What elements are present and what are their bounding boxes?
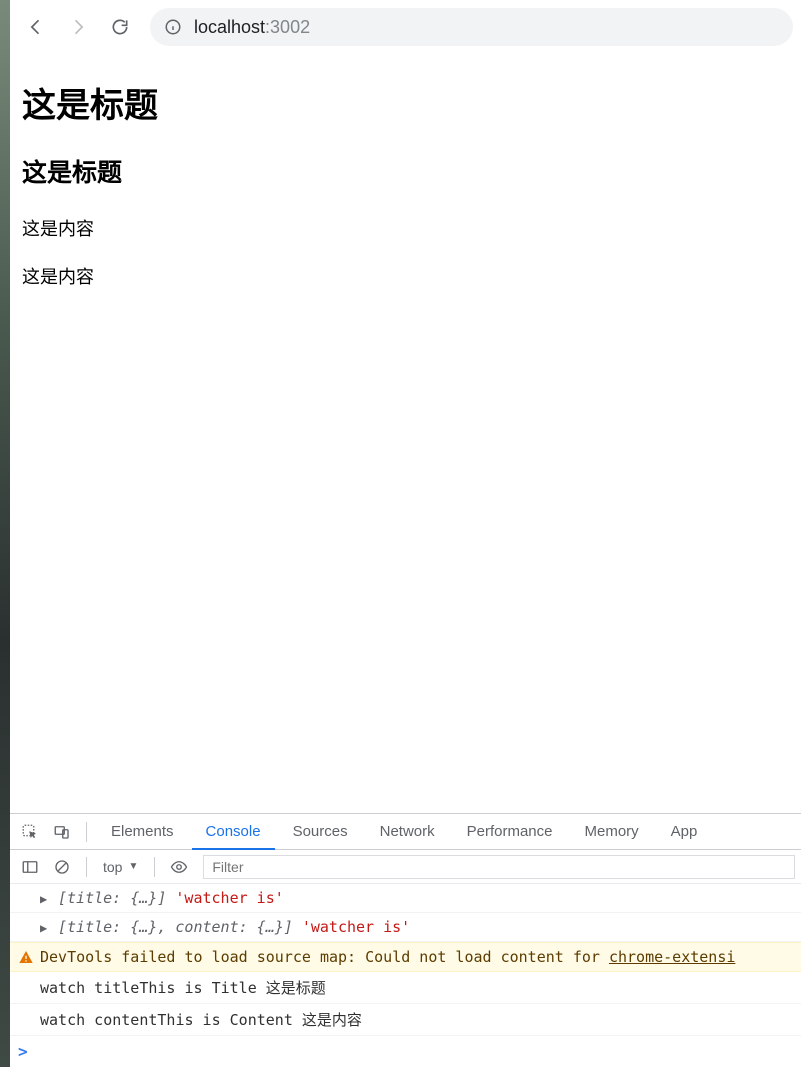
console-prompt[interactable]: > <box>10 1036 801 1067</box>
filter-input[interactable] <box>203 855 795 879</box>
device-toggle-icon[interactable] <box>48 818 76 846</box>
address-bar[interactable]: localhost:3002 <box>150 8 793 46</box>
console-output: ▶ [title: {…}] 'watcher is' ▶ [title: {…… <box>10 884 801 1067</box>
separator <box>154 857 155 877</box>
tab-performance[interactable]: Performance <box>453 814 567 849</box>
warning-text: DevTools failed to load source map: Coul… <box>40 948 735 966</box>
forward-button <box>60 9 96 45</box>
context-label: top <box>103 859 122 875</box>
arrow-right-icon <box>68 17 88 37</box>
chevron-down-icon: ▼ <box>128 861 138 872</box>
console-row[interactable]: ▶ [title: {…}] 'watcher is' <box>10 884 801 913</box>
live-expression-icon[interactable] <box>165 853 193 881</box>
console-log: watch contentThis is Content 这是内容 <box>40 1009 362 1030</box>
toggle-sidebar-icon[interactable] <box>16 853 44 881</box>
tab-sources[interactable]: Sources <box>279 814 362 849</box>
reload-icon <box>110 17 130 37</box>
url-text: localhost:3002 <box>194 17 310 38</box>
prompt-chevron-icon: > <box>18 1042 28 1061</box>
console-row[interactable]: watch titleThis is Title 这是标题 <box>10 972 801 1004</box>
tab-application[interactable]: App <box>657 814 712 849</box>
inspect-icon[interactable] <box>16 818 44 846</box>
console-object: [title: {…}] <box>58 889 166 907</box>
expand-icon[interactable]: ▶ <box>40 921 47 935</box>
clear-console-icon[interactable] <box>48 853 76 881</box>
site-info-icon[interactable] <box>164 18 182 36</box>
reload-button[interactable] <box>102 9 138 45</box>
devtools-tabs: Elements Console Sources Network Perform… <box>10 814 801 850</box>
warning-icon <box>18 949 34 969</box>
tab-network[interactable]: Network <box>366 814 449 849</box>
separator <box>86 822 87 842</box>
page-h2: 这是标题 <box>22 153 789 189</box>
page-paragraph-1: 这是内容 <box>22 215 789 241</box>
arrow-left-icon <box>26 17 46 37</box>
devtools-panel: Elements Console Sources Network Perform… <box>10 813 801 1067</box>
warning-link[interactable]: chrome-extensi <box>609 948 735 966</box>
back-button[interactable] <box>18 9 54 45</box>
console-warning-row[interactable]: DevTools failed to load source map: Coul… <box>10 942 801 972</box>
tab-console[interactable]: Console <box>192 815 275 850</box>
page-paragraph-2: 这是内容 <box>22 263 789 289</box>
tab-elements[interactable]: Elements <box>97 814 188 849</box>
console-toolbar: top ▼ <box>10 850 801 884</box>
separator <box>86 857 87 877</box>
console-object: [title: {…}, content: {…}] <box>58 918 293 936</box>
context-selector[interactable]: top ▼ <box>97 859 144 875</box>
tab-memory[interactable]: Memory <box>571 814 653 849</box>
console-string: 'watcher is' <box>175 889 283 907</box>
console-string: 'watcher is' <box>302 918 410 936</box>
browser-toolbar: localhost:3002 <box>10 0 801 54</box>
page-h1: 这是标题 <box>22 78 789 127</box>
console-log: watch titleThis is Title 这是标题 <box>40 977 326 998</box>
expand-icon[interactable]: ▶ <box>40 892 47 906</box>
page-content: 这是标题 这是标题 这是内容 这是内容 <box>10 54 801 813</box>
desktop-background-sliver <box>0 0 10 1067</box>
console-row[interactable]: watch contentThis is Content 这是内容 <box>10 1004 801 1036</box>
console-row[interactable]: ▶ [title: {…}, content: {…}] 'watcher is… <box>10 913 801 942</box>
